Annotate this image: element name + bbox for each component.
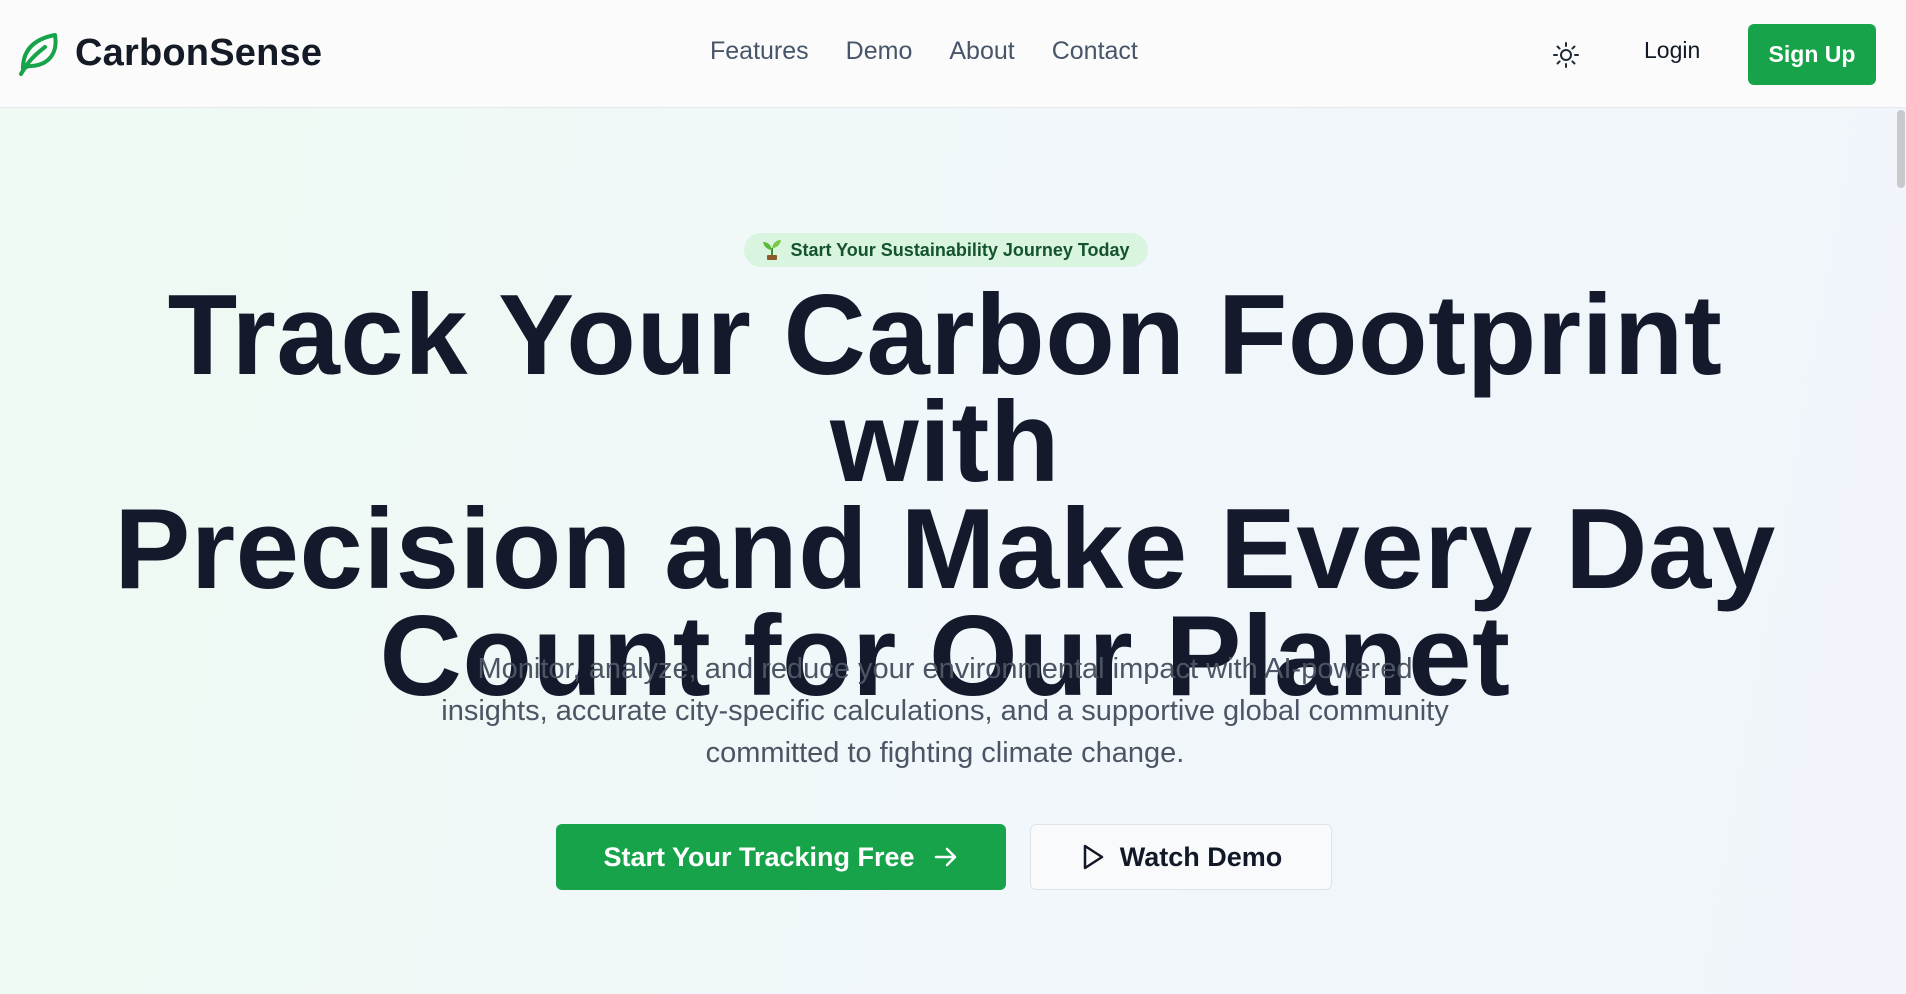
hero-subtitle: Monitor, analyze, and reduce your enviro… [363,648,1527,774]
watch-demo-button[interactable]: Watch Demo [1030,824,1332,890]
main-nav: Features Demo About Contact [710,37,1138,66]
hero-subtitle-line: Monitor, analyze, and reduce your enviro… [477,653,1413,685]
start-tracking-button[interactable]: Start Your Tracking Free [556,824,1006,890]
nav-link-demo[interactable]: Demo [846,37,913,66]
nav-link-contact[interactable]: Contact [1052,37,1138,66]
hero-badge-text: Start Your Sustainability Journey Today [790,239,1130,260]
hero-badge: Start Your Sustainability Journey Today [744,233,1148,267]
sun-icon [1553,42,1579,68]
brand-name: CarbonSense [75,31,323,74]
nav-link-about[interactable]: About [949,37,1014,66]
seedling-icon [763,240,782,260]
leaf-icon [19,33,58,76]
signup-button[interactable]: Sign Up [1748,24,1876,85]
play-icon [1083,844,1103,870]
hero-subtitle-line: insights, accurate city-specific calcula… [441,695,1449,727]
theme-toggle-button[interactable] [1548,37,1584,73]
page-scrollbar[interactable] [1897,110,1905,188]
login-button[interactable]: Login [1644,37,1700,64]
watch-demo-label: Watch Demo [1119,841,1283,872]
nav-link-features[interactable]: Features [710,37,809,66]
hero-subtitle-line: committed to fighting climate change. [705,737,1185,769]
arrow-right-icon [934,847,956,867]
hero-title: Track Your Carbon Footprint with Precisi… [40,279,1850,714]
top-navbar: CarbonSense Features Demo About Contact … [0,0,1906,108]
hero-title-line: Track Your Carbon Footprint with [167,272,1723,506]
brand[interactable]: CarbonSense [16,30,322,76]
start-tracking-label: Start Your Tracking Free [603,841,915,872]
